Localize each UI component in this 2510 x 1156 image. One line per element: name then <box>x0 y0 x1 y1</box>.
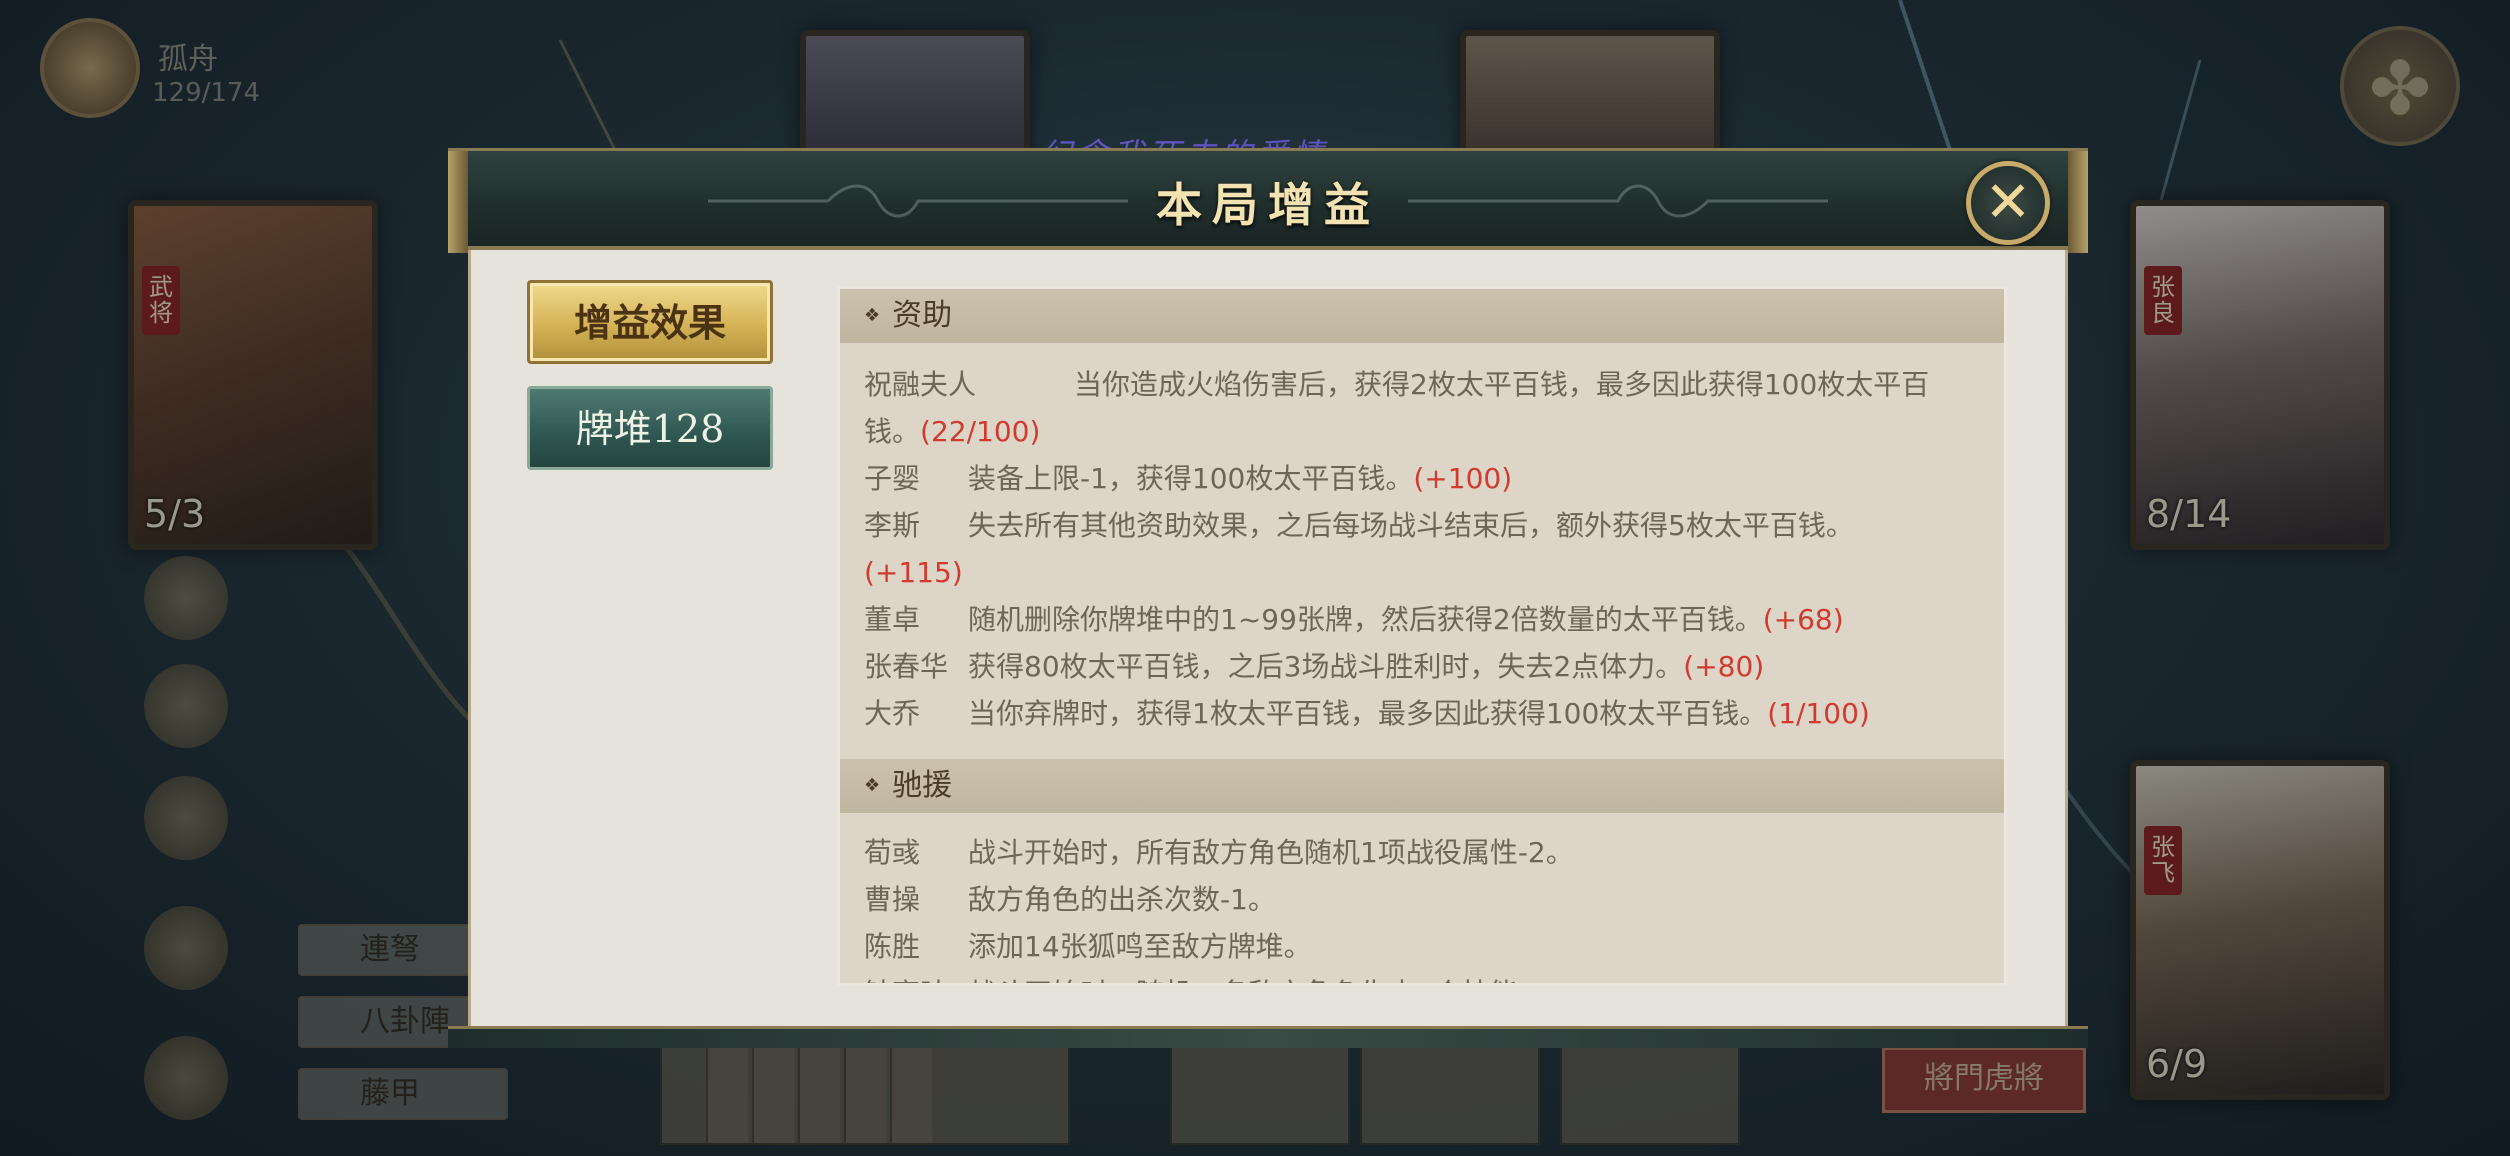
buff-desc: 获得80枚太平百钱，之后3场战斗胜利时，失去2点体力。 <box>968 650 1684 683</box>
buff-dialog: 本局增益 ✕ 增益效果 牌堆128 ❖ 资助 祝融夫人 当你造成火焰伤害后，获得2枚… <box>448 148 2088 1048</box>
buff-name: 李斯 <box>864 509 921 542</box>
list-item: 子婴 装备上限-1，获得100枚太平百钱。(+100) <box>864 455 1994 502</box>
buff-progress: (+100) <box>1413 462 1513 495</box>
buff-name: 荀彧 <box>864 836 921 869</box>
buff-progress: (22/100) <box>920 415 1041 448</box>
buff-name: 大乔 <box>864 697 921 730</box>
buff-name: 子婴 <box>864 462 921 495</box>
section-header-sponsor: ❖ 资助 <box>840 289 2004 343</box>
buff-name: 陈胜 <box>864 930 921 963</box>
close-x-icon: ✕ <box>1984 170 2032 235</box>
tab-buff-effects[interactable]: 增益效果 <box>527 280 773 364</box>
buff-name: 张春华 <box>864 650 949 683</box>
list-item: 荀彧 战斗开始时，所有敌方角色随机1项战役属性-2。 <box>864 829 1994 876</box>
dialog-body: 增益效果 牌堆128 ❖ 资助 祝融夫人 当你造成火焰伤害后，获得2枚太平百钱，最多… <box>468 250 2068 1028</box>
buff-desc: 失去所有其他资助效果，之后每场战斗结束后，额外获得5枚太平百钱。 <box>968 509 1854 542</box>
list-item: 李斯 失去所有其他资助效果，之后每场战斗结束后，额外获得5枚太平百钱。 <box>864 502 1994 549</box>
list-item-continued: (+115) <box>864 549 1994 596</box>
buff-desc: 敌方角色的出杀次数-1。 <box>968 883 1276 916</box>
buff-name: 祝融夫人 <box>864 368 977 401</box>
list-item: 祝融夫人 当你造成火焰伤害后，获得2枚太平百钱，最多因此获得100枚太平百 <box>864 361 1994 408</box>
dialog-title: 本局增益 <box>1156 178 1380 232</box>
list-item: 大乔 当你弃牌时，获得1枚太平百钱，最多因此获得100枚太平百钱。(1/100) <box>864 690 1994 737</box>
buff-desc: 战斗开始时，随机一名敌方角色失去1个技能。 <box>968 977 1546 983</box>
dialog-header: 本局增益 ✕ <box>448 148 2088 253</box>
close-button[interactable]: ✕ <box>1966 161 2050 245</box>
buff-progress: (+115) <box>864 556 963 589</box>
section-header-reinforce: ❖ 驰援 <box>840 759 2004 813</box>
buff-desc: 当你弃牌时，获得1枚太平百钱，最多因此获得100枚太平百钱。 <box>968 697 1768 730</box>
list-item-continued: 钱。(22/100) <box>864 408 1994 455</box>
buff-list-panel[interactable]: ❖ 资助 祝融夫人 当你造成火焰伤害后，获得2枚太平百钱，最多因此获得100枚太平百… <box>837 286 2007 986</box>
buff-desc: 随机删除你牌堆中的1~99张牌，然后获得2倍数量的太平百钱。 <box>968 603 1763 636</box>
section-title: 驰援 <box>892 768 953 803</box>
list-item: 董卓 随机删除你牌堆中的1~99张牌，然后获得2倍数量的太平百钱。(+68) <box>864 596 1994 643</box>
buff-name: 钟离昧 <box>864 970 968 983</box>
diamond-icon: ❖ <box>864 775 881 796</box>
buff-progress: (+68) <box>1762 603 1844 636</box>
list-item: 钟离昧战斗开始时，随机一名敌方角色失去1个技能。 <box>864 970 1994 983</box>
section-title: 资助 <box>892 298 953 333</box>
buff-desc: 添加14张狐鸣至敌方牌堆。 <box>968 930 1312 963</box>
buff-name: 董卓 <box>864 603 921 636</box>
diamond-icon: ❖ <box>864 305 881 326</box>
buff-desc: 当你造成火焰伤害后，获得2枚太平百钱，最多因此获得100枚太平百 <box>1074 368 1930 401</box>
dialog-footer <box>448 1026 2088 1048</box>
buff-desc: 装备上限-1，获得100枚太平百钱。 <box>968 462 1414 495</box>
buff-progress: (+80) <box>1683 650 1765 683</box>
buff-name: 曹操 <box>864 883 921 916</box>
buff-desc: 战斗开始时，所有敌方角色随机1项战役属性-2。 <box>968 836 1574 869</box>
list-item: 陈胜 添加14张狐鸣至敌方牌堆。 <box>864 923 1994 970</box>
buff-desc-cont: 钱。 <box>864 415 921 448</box>
list-item: 张春华 获得80枚太平百钱，之后3场战斗胜利时，失去2点体力。(+80) <box>864 643 1994 690</box>
tab-deck[interactable]: 牌堆128 <box>527 386 773 470</box>
list-item: 曹操 敌方角色的出杀次数-1。 <box>864 876 1994 923</box>
buff-progress: (1/100) <box>1767 697 1870 730</box>
